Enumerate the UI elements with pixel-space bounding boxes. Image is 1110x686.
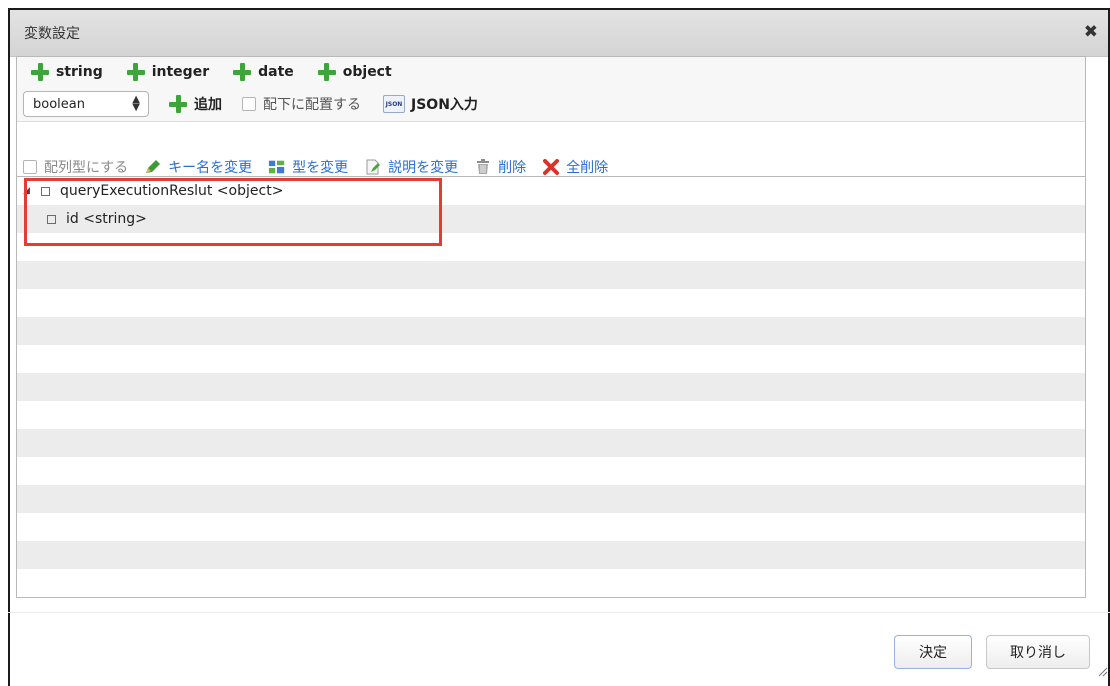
ok-button[interactable]: 決定 <box>894 635 972 669</box>
pencil-icon <box>144 159 162 175</box>
tree-node-label: queryExecutionReslut <object> <box>60 183 284 199</box>
change-description-label: 説明を変更 <box>388 160 459 176</box>
dialog-titlebar[interactable]: 変数設定 ✖ <box>10 10 1108 57</box>
add-button-label: 追加 <box>194 97 222 113</box>
tree-row <box>17 513 1085 541</box>
dialog-title: 変数設定 <box>24 26 80 42</box>
add-date-label: date <box>258 64 294 80</box>
add-type-toolbar: string integer date object <box>17 57 1085 88</box>
tree-row[interactable]: ◢ queryExecutionReslut <object> <box>17 177 1085 205</box>
tree-row <box>17 317 1085 345</box>
array-type-option: 配列型にする <box>23 157 128 177</box>
json-input-label: JSON入力 <box>411 97 478 113</box>
resize-grip-icon[interactable] <box>1096 665 1108 677</box>
change-type-icon <box>268 159 286 175</box>
change-description-button[interactable]: 説明を変更 <box>364 157 458 177</box>
document-edit-icon <box>364 159 382 175</box>
add-object-label: object <box>342 64 392 80</box>
add-date-button[interactable]: date <box>233 63 294 81</box>
tree-row <box>17 429 1085 457</box>
variable-tree: ◢ queryExecutionReslut <object> id <stri… <box>16 176 1086 598</box>
delete-button[interactable]: 削除 <box>474 157 526 177</box>
change-type-button[interactable]: 型を変更 <box>268 157 348 177</box>
plus-icon <box>126 63 145 81</box>
add-integer-button[interactable]: integer <box>126 63 210 81</box>
dialog-footer: 決定 取り消し <box>8 612 1110 679</box>
tree-row <box>17 289 1085 317</box>
cancel-button[interactable]: 取り消し <box>986 635 1090 669</box>
type-select[interactable]: boolean ▲ ▼ <box>23 91 149 117</box>
tree-row <box>17 541 1085 569</box>
select-arrows-icon: ▲ ▼ <box>132 94 140 113</box>
plus-icon <box>169 95 187 113</box>
json-icon: JSON <box>383 95 405 113</box>
add-string-button[interactable]: string <box>31 63 103 81</box>
tree-row <box>17 373 1085 401</box>
expand-triangle-icon[interactable]: ◢ <box>23 186 37 196</box>
change-type-label: 型を変更 <box>292 160 349 176</box>
add-variable-toolbar: boolean ▲ ▼ 追加 配下に配置する JSON JSON入力 <box>17 87 1085 122</box>
tree-row <box>17 345 1085 373</box>
node-square-icon <box>41 186 50 196</box>
tree-row <box>17 569 1085 597</box>
node-square-icon <box>47 214 56 224</box>
add-button[interactable]: 追加 <box>169 94 222 114</box>
tree-row <box>17 401 1085 429</box>
tree-row <box>17 457 1085 485</box>
place-under-option: 配下に配置する <box>242 94 361 114</box>
tree-node-label: id <string> <box>66 211 147 227</box>
add-object-button[interactable]: object <box>317 63 392 81</box>
rename-key-label: キー名を変更 <box>168 160 253 176</box>
red-x-icon <box>542 159 560 175</box>
tree-node-root[interactable]: ◢ queryExecutionReslut <object> <box>17 177 1085 205</box>
tree-row <box>17 485 1085 513</box>
add-string-label: string <box>56 64 103 80</box>
tree-row[interactable]: id <string> <box>17 205 1085 233</box>
plus-icon <box>317 63 336 81</box>
plus-icon <box>233 63 252 81</box>
tree-node-child[interactable]: id <string> <box>17 205 1085 233</box>
tree-row <box>17 261 1085 289</box>
add-integer-label: integer <box>151 64 210 80</box>
delete-all-button[interactable]: 全削除 <box>542 157 608 177</box>
tree-row <box>17 233 1085 261</box>
json-input-button[interactable]: JSON JSON入力 <box>383 94 478 114</box>
type-select-value: boolean <box>33 96 85 112</box>
array-type-checkbox[interactable] <box>23 160 37 174</box>
plus-icon <box>31 63 49 81</box>
delete-all-label: 全削除 <box>566 160 609 176</box>
array-type-label: 配列型にする <box>44 160 129 176</box>
trash-icon <box>474 159 492 175</box>
rename-key-button[interactable]: キー名を変更 <box>144 157 252 177</box>
delete-label: 削除 <box>498 160 527 176</box>
place-under-checkbox[interactable] <box>242 97 256 111</box>
place-under-label: 配下に配置する <box>263 97 361 113</box>
close-icon[interactable]: ✖ <box>1084 22 1098 42</box>
